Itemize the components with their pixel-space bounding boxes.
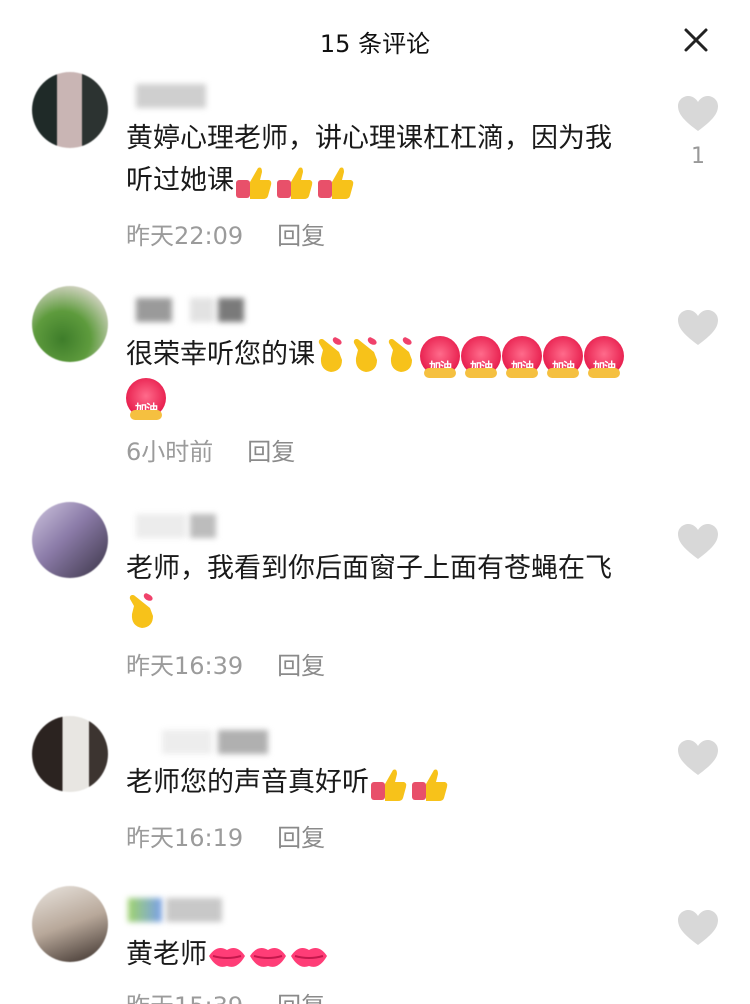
- comment-time: 昨天16:39: [126, 652, 244, 680]
- comments-header: 15 条评论: [0, 0, 750, 80]
- comment-text: 黄婷心理老师，讲心理课杠杠滴，因为我听过她课: [126, 118, 630, 202]
- username-blurred[interactable]: [126, 80, 286, 110]
- heart-icon: [678, 96, 718, 131]
- avatar[interactable]: [32, 286, 108, 362]
- heart-icon: [678, 740, 718, 775]
- comment-meta: 昨天16:19 回复: [126, 818, 325, 853]
- jiayou-emoji: 加油: [461, 335, 501, 378]
- comment-meta: 昨天22:09 回复: [126, 216, 325, 251]
- lips-emoji: [207, 940, 247, 972]
- avatar[interactable]: [32, 502, 108, 578]
- comment-time: 昨天15:39: [126, 992, 243, 1004]
- like-button[interactable]: [678, 524, 718, 560]
- reply-button[interactable]: 回复: [247, 438, 295, 466]
- jiayou-emoji: 加油: [126, 377, 166, 420]
- reply-button[interactable]: 回复: [277, 652, 325, 680]
- comment-meta: 昨天16:39 回复: [126, 646, 325, 681]
- comment-text: 老师，我看到你后面窗子上面有苍蝇在飞: [126, 548, 630, 632]
- jiayou-emoji: 加油: [584, 335, 624, 378]
- heart-icon: [678, 524, 718, 559]
- jiayou-emoji: 加油: [420, 335, 460, 378]
- reply-button[interactable]: 回复: [277, 992, 325, 1004]
- finger-heart-emoji: [385, 336, 419, 376]
- username-blurred[interactable]: [126, 294, 286, 324]
- jiayou-emoji: 加油: [502, 335, 542, 378]
- lips-emoji: [289, 940, 329, 972]
- username-blurred[interactable]: [126, 510, 286, 540]
- thumbs-up-emoji: [234, 162, 274, 202]
- close-icon[interactable]: [680, 24, 712, 56]
- heart-icon: [678, 310, 718, 345]
- lips-emoji: [248, 940, 288, 972]
- comment-time: 昨天16:19: [126, 824, 244, 852]
- comment-meta: 昨天15:39 回复: [126, 986, 325, 1004]
- like-button[interactable]: 1: [678, 96, 718, 169]
- like-button[interactable]: [678, 310, 718, 346]
- finger-heart-emoji: [350, 336, 384, 376]
- thumbs-up-emoji: [275, 162, 315, 202]
- comment-time: 昨天22:09: [126, 222, 244, 250]
- thumbs-up-emoji: [369, 764, 409, 804]
- username-blurred[interactable]: [126, 726, 286, 756]
- like-button[interactable]: [678, 910, 718, 946]
- heart-icon: [678, 910, 718, 945]
- comment-count-title: 15 条评论: [319, 30, 431, 58]
- like-count: 1: [691, 144, 705, 169]
- comment-time: 6小时前: [126, 438, 214, 466]
- username-blurred[interactable]: [126, 894, 286, 924]
- like-button[interactable]: [678, 740, 718, 776]
- finger-heart-emoji: [126, 592, 160, 632]
- comment-text: 老师您的声音真好听: [126, 762, 630, 804]
- comment-text: 很荣幸听您的课 加油 加油 加油 加油 加油 加油: [126, 334, 640, 420]
- thumbs-up-emoji: [316, 162, 356, 202]
- avatar[interactable]: [32, 886, 108, 962]
- jiayou-emoji: 加油: [543, 335, 583, 378]
- comment-text: 黄老师: [126, 934, 630, 976]
- reply-button[interactable]: 回复: [277, 824, 325, 852]
- avatar[interactable]: [32, 716, 108, 792]
- finger-heart-emoji: [315, 336, 349, 376]
- thumbs-up-emoji: [410, 764, 450, 804]
- avatar[interactable]: [32, 72, 108, 148]
- reply-button[interactable]: 回复: [277, 222, 325, 250]
- comment-meta: 6小时前 回复: [126, 432, 295, 467]
